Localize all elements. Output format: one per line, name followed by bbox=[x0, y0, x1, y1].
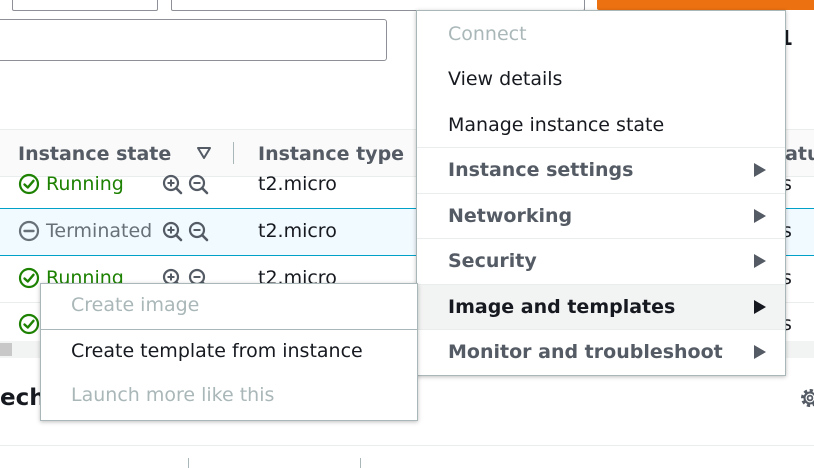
check-circle-icon bbox=[18, 173, 40, 195]
gear-icon[interactable] bbox=[798, 386, 814, 410]
menu-item-create-image[interactable]: Create image bbox=[41, 284, 417, 328]
menu-item-security[interactable]: Security bbox=[417, 238, 785, 283]
caret-right-icon bbox=[754, 163, 766, 177]
menu-item-label: Manage instance state bbox=[448, 114, 664, 136]
menu-item-manage-instance-state[interactable]: Manage instance state bbox=[417, 103, 785, 147]
zoom-out-icon bbox=[190, 176, 207, 193]
menu-item-label: Image and templates bbox=[448, 296, 675, 318]
menu-item-image-and-templates[interactable]: Image and templates bbox=[417, 284, 785, 329]
instance-type-value: t2.micro bbox=[258, 220, 337, 242]
menu-item-connect[interactable]: Connect bbox=[417, 12, 785, 56]
menu-item-label: Create template from instance bbox=[71, 340, 363, 362]
zoom-controls[interactable] bbox=[162, 221, 212, 243]
menu-item-label: Monitor and troubleshoot bbox=[448, 341, 723, 363]
column-divider bbox=[360, 458, 361, 468]
instance-state-label: Terminated bbox=[46, 220, 152, 242]
menu-item-label: Create image bbox=[71, 294, 199, 316]
image-templates-submenu: Create image Create template from instan… bbox=[40, 283, 418, 421]
menu-item-label: Security bbox=[448, 250, 537, 272]
zoom-in-icon bbox=[164, 176, 181, 193]
check-circle-icon bbox=[18, 313, 40, 335]
menu-item-view-details[interactable]: View details bbox=[417, 57, 785, 101]
instance-state-label: Running bbox=[46, 173, 124, 195]
column-divider[interactable] bbox=[233, 142, 234, 164]
scrollbar-thumb[interactable] bbox=[0, 343, 12, 356]
menu-item-launch-more-like-this[interactable]: Launch more like this bbox=[41, 374, 417, 418]
menu-item-label: Connect bbox=[448, 23, 527, 45]
menu-item-label: Networking bbox=[448, 205, 572, 227]
caret-right-icon bbox=[754, 254, 766, 268]
zoom-in-icon bbox=[164, 223, 181, 240]
launch-instances-button[interactable] bbox=[597, 0, 814, 10]
column-divider bbox=[188, 458, 189, 468]
divider bbox=[0, 445, 814, 446]
zoom-controls[interactable] bbox=[162, 174, 212, 196]
minus-circle-icon bbox=[18, 220, 40, 242]
filter-dropdown[interactable] bbox=[12, 0, 158, 11]
check-circle-icon bbox=[18, 267, 40, 289]
search-input[interactable] bbox=[0, 19, 387, 61]
menu-item-networking[interactable]: Networking bbox=[417, 193, 785, 238]
menu-item-monitor-and-troubleshoot[interactable]: Monitor and troubleshoot bbox=[417, 329, 785, 374]
caret-right-icon bbox=[754, 209, 766, 223]
menu-item-instance-settings[interactable]: Instance settings bbox=[417, 147, 785, 192]
actions-menu: Connect View details Manage instance sta… bbox=[416, 10, 786, 376]
caret-right-icon bbox=[754, 345, 766, 359]
caret-right-icon bbox=[754, 300, 766, 314]
menu-item-create-template-from-instance[interactable]: Create template from instance bbox=[41, 329, 417, 374]
menu-item-label: Instance settings bbox=[448, 159, 633, 181]
sort-down-icon[interactable] bbox=[196, 146, 212, 160]
menu-item-label: Launch more like this bbox=[71, 384, 274, 406]
menu-item-label: View details bbox=[448, 68, 562, 90]
instance-type-value: t2.micro bbox=[258, 173, 337, 195]
zoom-out-icon bbox=[190, 223, 207, 240]
